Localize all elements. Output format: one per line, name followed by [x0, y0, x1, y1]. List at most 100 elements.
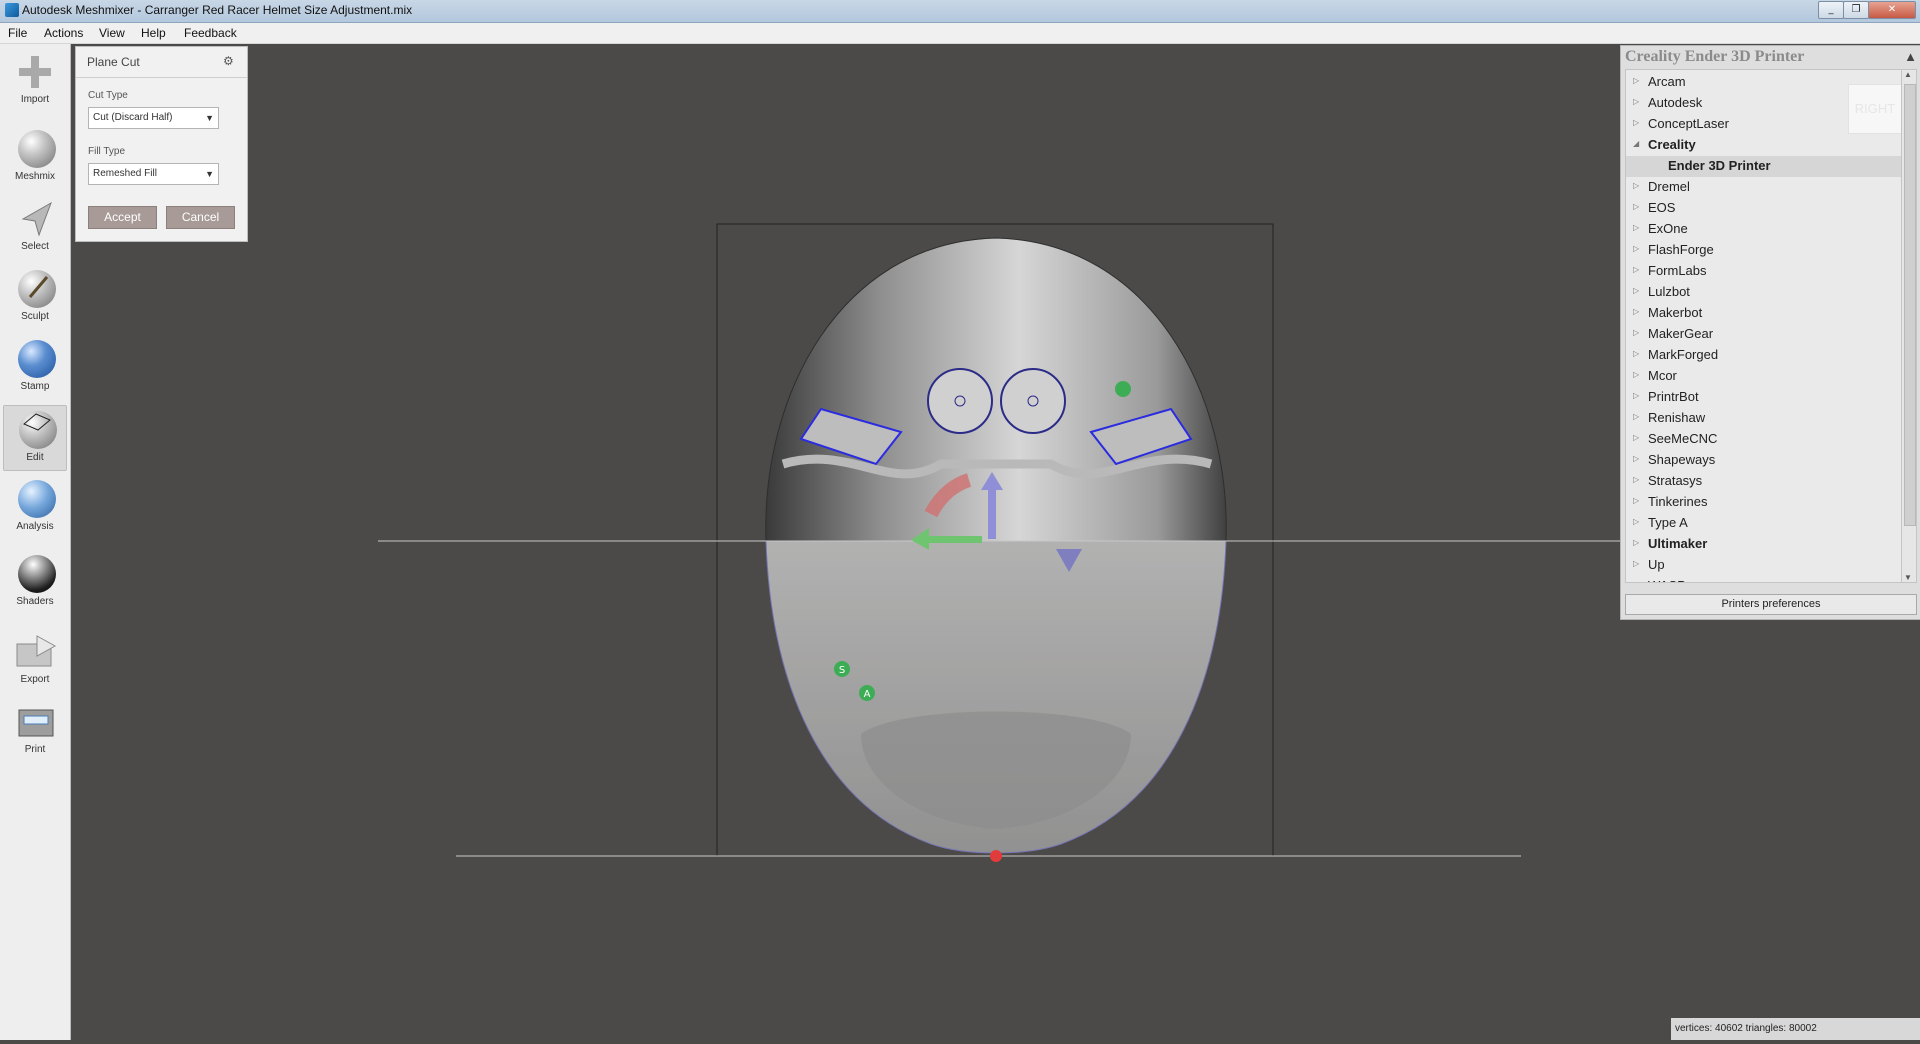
- scroll-up-icon[interactable]: ▲: [1904, 70, 1912, 79]
- printer-item[interactable]: ▷ FormLabs: [1626, 261, 1902, 282]
- printer-item-label: FormLabs: [1648, 263, 1707, 278]
- printer-item[interactable]: ▷ Dremel: [1626, 177, 1902, 198]
- window-title: Autodesk Meshmixer - Carranger Red Racer…: [22, 3, 413, 17]
- printers-preferences-button[interactable]: Printers preferences: [1625, 594, 1917, 615]
- printer-item[interactable]: ▷ PrintrBot: [1626, 387, 1902, 408]
- menu-bar: File Actions View Help Feedback: [0, 23, 1920, 44]
- tool-analysis[interactable]: Analysis: [3, 475, 67, 539]
- printer-item-label: WASP: [1648, 578, 1686, 582]
- collapsed-icon[interactable]: ▷: [1633, 349, 1639, 358]
- collapsed-icon[interactable]: ▷: [1633, 370, 1639, 379]
- gizmo-green-handle[interactable]: [1115, 381, 1131, 397]
- tool-edit[interactable]: Edit: [3, 405, 67, 471]
- collapsed-icon[interactable]: ▷: [1633, 328, 1639, 337]
- collapsed-icon[interactable]: ▷: [1633, 454, 1639, 463]
- printer-item[interactable]: ▷ Type A: [1626, 513, 1902, 534]
- printer-item-label: Shapeways: [1648, 452, 1716, 467]
- gizmo-left-arrow[interactable]: [927, 536, 982, 543]
- collapsed-icon[interactable]: ▷: [1633, 391, 1639, 400]
- tool-print-label: Print: [24, 744, 46, 755]
- printer-item[interactable]: ▷ Makerbot: [1626, 303, 1902, 324]
- printer-item-label: MarkForged: [1648, 347, 1719, 362]
- collapsed-icon[interactable]: ▷: [1633, 475, 1639, 484]
- collapsed-icon[interactable]: ▷: [1633, 202, 1639, 211]
- collapsed-icon[interactable]: ▷: [1633, 412, 1639, 421]
- printer-item-label: ConceptLaser: [1648, 116, 1729, 131]
- scroll-down-icon[interactable]: ▼: [1904, 573, 1912, 582]
- tool-stamp[interactable]: Stamp: [3, 335, 67, 399]
- menu-feedback[interactable]: Feedback: [184, 26, 237, 40]
- printer-item[interactable]: ▷ Ultimaker: [1626, 534, 1902, 555]
- printer-item[interactable]: ▷ Shapeways: [1626, 450, 1902, 471]
- menu-view[interactable]: View: [99, 26, 125, 40]
- printer-item[interactable]: ▷ Stratasys: [1626, 471, 1902, 492]
- arrow-cursor-icon: [21, 201, 52, 237]
- printer-item[interactable]: ▷ Arcam: [1626, 72, 1902, 93]
- tool-import[interactable]: Import: [3, 48, 67, 112]
- printer-item[interactable]: ▷ Lulzbot: [1626, 282, 1902, 303]
- printer-item[interactable]: ▷ Renishaw: [1626, 408, 1902, 429]
- menu-file[interactable]: File: [8, 26, 27, 40]
- printer-item[interactable]: ▷ ExOne: [1626, 219, 1902, 240]
- printer-item[interactable]: ◢ Creality: [1626, 135, 1902, 156]
- collapsed-icon[interactable]: ▷: [1633, 307, 1639, 316]
- mesh-stats: vertices: 40602 triangles: 80002: [1671, 1018, 1920, 1040]
- collapsed-icon[interactable]: ▷: [1633, 517, 1639, 526]
- collapsed-icon[interactable]: ▷: [1633, 496, 1639, 505]
- tool-select[interactable]: Select: [3, 195, 67, 259]
- collapsed-icon[interactable]: ▷: [1633, 118, 1639, 127]
- collapsed-icon[interactable]: ▷: [1633, 76, 1639, 85]
- printer-item-label: Renishaw: [1648, 410, 1706, 425]
- collapsed-icon[interactable]: ▷: [1633, 97, 1639, 106]
- eye-lens-left: [927, 368, 993, 434]
- printer-item[interactable]: ▷ WASP: [1626, 576, 1902, 582]
- menu-help[interactable]: Help: [141, 26, 166, 40]
- eye-lens-right: [1000, 368, 1066, 434]
- printer-item[interactable]: ▷ SeeMeCNC: [1626, 429, 1902, 450]
- collapse-icon[interactable]: ▲: [1904, 49, 1917, 64]
- printer-item[interactable]: ▷ ConceptLaser: [1626, 114, 1902, 135]
- tool-import-label: Import: [20, 94, 50, 105]
- tool-export[interactable]: Export: [3, 628, 67, 692]
- tool-shaders[interactable]: Shaders: [3, 550, 67, 614]
- collapsed-icon[interactable]: ▷: [1633, 433, 1639, 442]
- printer-item-label: Type A: [1648, 515, 1688, 530]
- collapsed-icon[interactable]: ▷: [1633, 538, 1639, 547]
- printer-item-label: Arcam: [1648, 74, 1686, 89]
- printer-item[interactable]: ▷ FlashForge: [1626, 240, 1902, 261]
- expanded-icon[interactable]: ◢: [1633, 139, 1639, 148]
- collapsed-icon[interactable]: ▷: [1633, 286, 1639, 295]
- printer-item[interactable]: ▷ MakerGear: [1626, 324, 1902, 345]
- printer-item-label: PrintrBot: [1648, 389, 1699, 404]
- printer-item[interactable]: Ender 3D Printer: [1626, 156, 1902, 177]
- collapsed-icon[interactable]: ▷: [1633, 265, 1639, 274]
- printer-item[interactable]: ▷ Mcor: [1626, 366, 1902, 387]
- gizmo-up-arrow[interactable]: [988, 484, 996, 539]
- ground-pivot-marker[interactable]: [990, 850, 1002, 862]
- printer-item-label: Dremel: [1648, 179, 1690, 194]
- collapsed-icon[interactable]: ▷: [1633, 559, 1639, 568]
- printer-item[interactable]: ▷ EOS: [1626, 198, 1902, 219]
- printer-item[interactable]: ▷ MarkForged: [1626, 345, 1902, 366]
- printer-item[interactable]: ▷ Tinkerines: [1626, 492, 1902, 513]
- printer-item[interactable]: ▷ Autodesk: [1626, 93, 1902, 114]
- printer-item[interactable]: ▷ Up: [1626, 555, 1902, 576]
- close-button[interactable]: ✕: [1868, 1, 1916, 19]
- collapsed-icon[interactable]: ▷: [1633, 181, 1639, 190]
- left-toolbar: Import Meshmix Select Sculpt Stamp Edit …: [0, 44, 71, 1040]
- edit-wireframe-icon: [23, 413, 51, 431]
- collapsed-icon[interactable]: ▷: [1633, 244, 1639, 253]
- tool-shaders-label: Shaders: [16, 596, 54, 607]
- scroll-thumb[interactable]: [1904, 84, 1916, 526]
- tool-sculpt[interactable]: Sculpt: [3, 265, 67, 329]
- menu-actions[interactable]: Actions: [44, 26, 83, 40]
- printer-list-scrollbar[interactable]: ▲ ▼: [1901, 69, 1917, 583]
- tool-meshmix[interactable]: Meshmix: [3, 125, 67, 189]
- tool-print[interactable]: Print: [3, 698, 67, 762]
- printer-item-label: FlashForge: [1648, 242, 1714, 257]
- collapsed-icon[interactable]: ▷: [1633, 223, 1639, 232]
- collapsed-icon[interactable]: ▷: [1633, 580, 1639, 582]
- restore-button[interactable]: ❐: [1843, 1, 1869, 19]
- printer-item-label: Tinkerines: [1648, 494, 1708, 509]
- minimize-button[interactable]: _: [1818, 1, 1844, 19]
